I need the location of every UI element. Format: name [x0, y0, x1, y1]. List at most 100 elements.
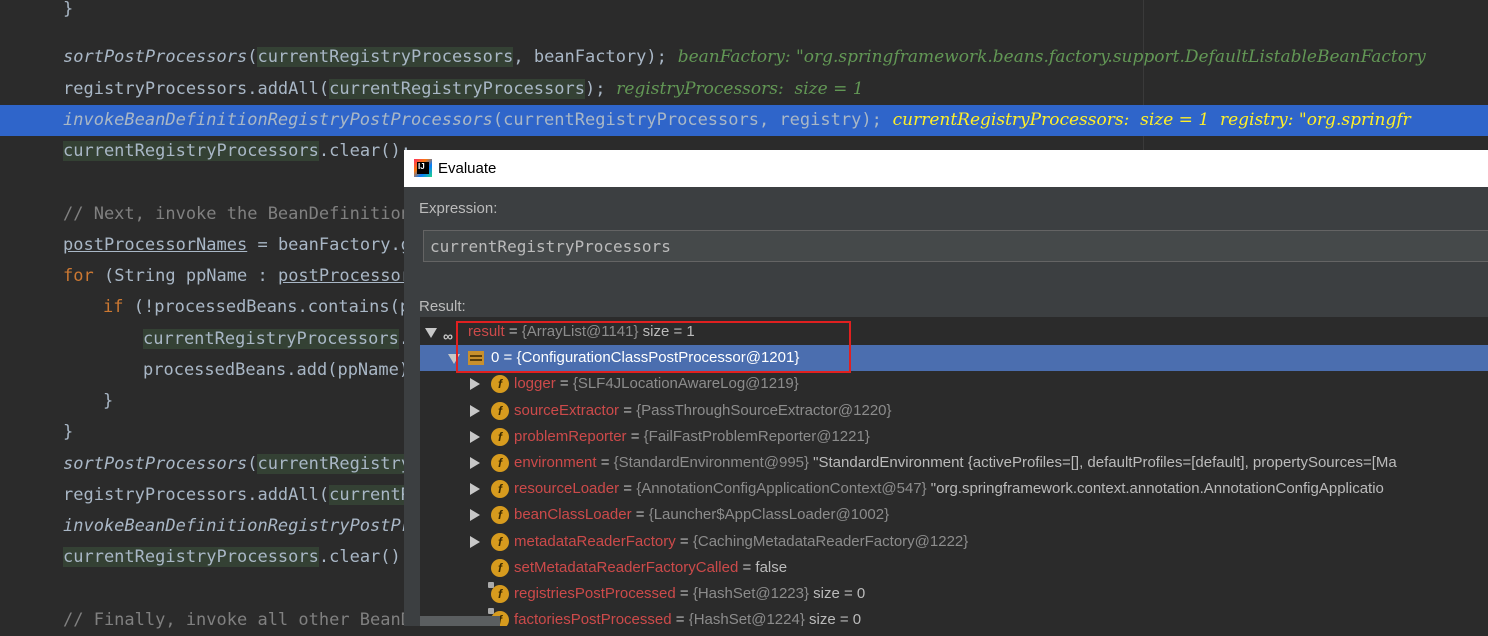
- horizontal-scrollbar[interactable]: [420, 616, 500, 626]
- code-token: for: [63, 266, 94, 286]
- inline-debug-value: registryProcessors: size = 1: [605, 79, 864, 99]
- tree-row-registriesPostProcessed[interactable]: f registriesPostProcessed = {HashSet@1223…: [420, 581, 1488, 607]
- code-line[interactable]: registryProcessors.addAll(currentRegistr…: [0, 74, 1488, 105]
- field-name: problemReporter: [514, 427, 627, 445]
- expand-right-icon[interactable]: [470, 430, 480, 443]
- tree-row-sourceExtractor[interactable]: f sourceExtractor = {PassThroughSourceExt…: [420, 398, 1488, 424]
- code-token: currentRegistryProcessors: [329, 79, 585, 99]
- tree-row-environment[interactable]: f environment = {StandardEnvironment@995}…: [420, 450, 1488, 476]
- code-token: sortPostProcessors: [63, 47, 248, 67]
- code-token: (: [247, 454, 258, 474]
- tree-row-problemReporter[interactable]: f problemReporter = {FailFastProblemRepor…: [420, 424, 1488, 450]
- code-token: }: [63, 422, 74, 442]
- dialog-titlebar[interactable]: IJ Evaluate: [404, 150, 1488, 187]
- tree-row-setMetadataReaderFactoryCalled[interactable]: f setMetadataReaderFactoryCalled = false: [420, 555, 1488, 581]
- tree-row-text: registriesPostProcessed = {HashSet@1223}…: [514, 581, 865, 607]
- tree-row-text: factoriesPostProcessed = {HashSet@1224} …: [514, 607, 861, 626]
- code-line[interactable]: sortPostProcessors(currentRegistryProces…: [0, 42, 1488, 73]
- code-token: (String ppName :: [93, 266, 278, 286]
- code-token: currentRegistryProcessors: [143, 329, 399, 349]
- field-name: registriesPostProcessed: [514, 585, 676, 602]
- field-icon: f: [491, 375, 509, 394]
- object-ref: {HashSet@1224}: [688, 611, 805, 626]
- tree-row-text: beanClassLoader = {Launcher$AppClassLoad…: [514, 502, 889, 528]
- code-token: (currentRegistryProcessors, registry);: [492, 110, 882, 130]
- expression-label: Expression:: [419, 200, 498, 217]
- code-token: invokeBeanDefinitionRegistryPostProcesso…: [63, 110, 493, 130]
- code-token: currentRegistryProcessors: [257, 47, 514, 67]
- expand-down-icon[interactable]: [425, 328, 437, 338]
- tree-row-text: resourceLoader = {AnnotationConfigApplic…: [514, 476, 1384, 502]
- object-ref: {HashSet@1223}: [692, 585, 809, 602]
- field-name: logger: [514, 375, 556, 393]
- tree-row-factoriesPostProcessed[interactable]: f factoriesPostProcessed = {HashSet@1224}…: [420, 607, 1488, 626]
- equals-sign: =: [626, 427, 644, 445]
- object-ref: {FailFastProblemReporter@1221}: [643, 427, 870, 445]
- object-ref: {Launcher$AppClassLoader@1002}: [648, 506, 890, 524]
- tree-row-logger[interactable]: f logger = {SLF4JLocationAwareLog@1219}: [420, 371, 1488, 397]
- object-ref: {SLF4JLocationAwareLog@1219}: [572, 375, 799, 393]
- code-token: invokeBeanDefinitionRegistryPostPr: [63, 516, 411, 536]
- code-line[interactable]: }: [0, 0, 1488, 25]
- code-token: postProcessor: [277, 266, 412, 286]
- object-ref: {CachingMetadataReaderFactory@1222}: [692, 532, 969, 550]
- code-token: registryProcessors.addAll(: [63, 79, 330, 99]
- field-value: size = 0: [809, 585, 866, 602]
- field-value: false: [755, 558, 788, 576]
- code-token: // Next, invoke the BeanDefinition: [63, 204, 411, 224]
- code-line-current[interactable]: invokeBeanDefinitionRegistryPostProcesso…: [0, 105, 1488, 136]
- code-token: sortPostProcessors: [63, 454, 248, 474]
- tree-row-text: logger = {SLF4JLocationAwareLog@1219}: [514, 371, 799, 397]
- tree-row-beanClassLoader[interactable]: f beanClassLoader = {Launcher$AppClassLoa…: [420, 502, 1488, 528]
- expression-input[interactable]: currentRegistryProcessors: [423, 230, 1488, 262]
- equals-sign: =: [631, 506, 649, 524]
- field-value: "StandardEnvironment {activeProfiles=[],…: [809, 454, 1397, 471]
- field-name: factoriesPostProcessed: [514, 611, 672, 626]
- tree-row-metadataReaderFactory[interactable]: f metadataReaderFactory = {CachingMetadat…: [420, 529, 1488, 555]
- tree-row-text: problemReporter = {FailFastProblemReport…: [514, 424, 870, 450]
- expand-right-icon[interactable]: [470, 457, 480, 469]
- code-token: = beanFactory.g: [247, 235, 411, 255]
- object-ref: {PassThroughSourceExtractor@1220}: [636, 401, 892, 419]
- equals-sign: =: [675, 585, 693, 602]
- equals-sign: =: [555, 375, 573, 393]
- expand-right-icon[interactable]: [470, 509, 480, 522]
- expand-right-icon[interactable]: [470, 378, 480, 391]
- tree-row-text: setMetadataReaderFactoryCalled = false: [514, 555, 787, 581]
- field-name: setMetadataReaderFactoryCalled: [514, 558, 739, 576]
- expand-right-icon[interactable]: [470, 404, 480, 417]
- tree-row-text: sourceExtractor = {PassThroughSourceExtr…: [514, 398, 892, 424]
- code-token: }: [63, 0, 74, 19]
- expand-right-icon[interactable]: [470, 535, 480, 548]
- code-token: (: [247, 47, 258, 67]
- field-icon: f: [491, 558, 509, 577]
- field-icon: f: [491, 427, 509, 446]
- field-value: "org.springframework.context.annotation.…: [926, 480, 1384, 498]
- tree-row-text: environment = {StandardEnvironment@995} …: [514, 450, 1397, 476]
- field-name: sourceExtractor: [514, 401, 620, 419]
- code-token: processedBeans.add(ppName): [143, 360, 410, 380]
- code-token: currentRegistry: [257, 454, 412, 474]
- tree-row-resourceLoader[interactable]: f resourceLoader = {AnnotationConfigAppli…: [420, 476, 1488, 502]
- code-token: , beanFactory);: [513, 47, 667, 67]
- dialog-title: Evaluate: [438, 160, 497, 177]
- equals-sign: =: [596, 454, 614, 471]
- field-icon: f: [491, 506, 509, 525]
- equals-sign: =: [671, 611, 689, 626]
- code-token: }: [103, 391, 114, 411]
- result-label: Result:: [419, 298, 466, 315]
- inline-debug-value: currentRegistryProcessors: size = 1 regi…: [881, 110, 1411, 130]
- code-token: currentRegistryProcessors: [63, 547, 319, 567]
- code-token: if: [103, 297, 124, 317]
- field-value: size = 0: [804, 611, 862, 626]
- object-ref: {StandardEnvironment@995}: [613, 454, 810, 471]
- equals-sign: =: [619, 401, 637, 419]
- field-icon: f: [491, 401, 509, 420]
- field-name: resourceLoader: [514, 480, 620, 498]
- annotation-highlight-box: [456, 321, 851, 373]
- expand-right-icon[interactable]: [470, 483, 480, 496]
- intellij-logo-icon: IJ: [414, 159, 432, 177]
- code-token: currentRegistryProcessors: [63, 141, 319, 161]
- equals-sign: =: [738, 558, 756, 576]
- field-name: environment: [514, 454, 597, 471]
